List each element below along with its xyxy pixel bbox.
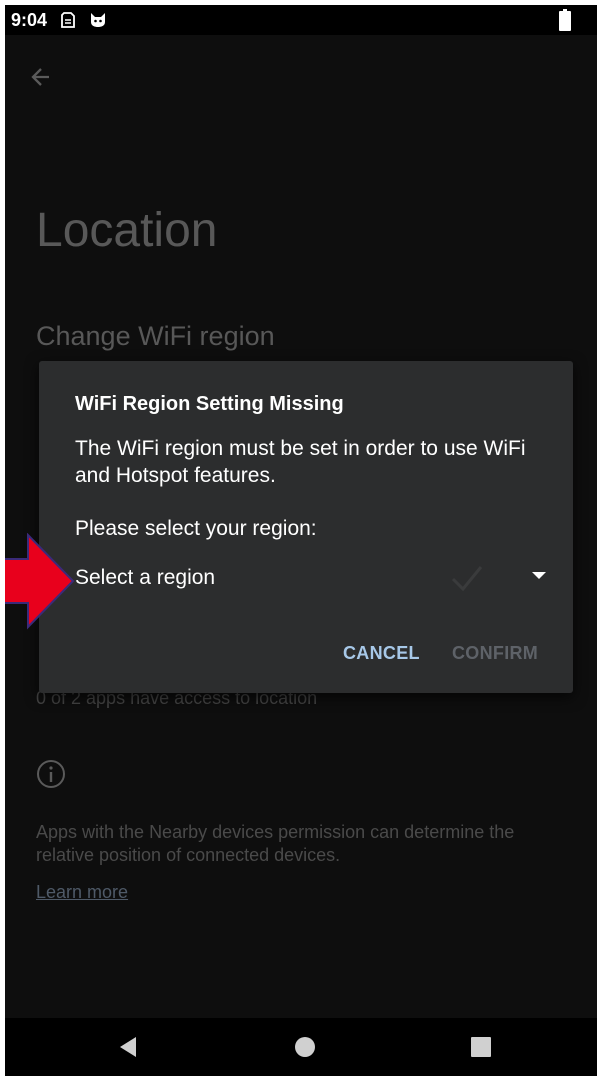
- status-bar: 9:04: [5, 5, 597, 35]
- region-dropdown[interactable]: Select a region: [75, 557, 550, 599]
- back-nav-icon[interactable]: [116, 1035, 140, 1059]
- home-nav-icon[interactable]: [294, 1036, 316, 1058]
- confirm-button[interactable]: CONFIRM: [452, 643, 538, 664]
- status-time: 9:04: [11, 10, 48, 30]
- info-icon: [37, 760, 65, 788]
- dialog-message: The WiFi region must be set in order to …: [75, 437, 526, 487]
- learn-more-link[interactable]: Learn more: [36, 882, 128, 903]
- wifi-region-dialog: WiFi Region Setting Missing The WiFi reg…: [39, 361, 573, 693]
- checkmark-icon: [451, 566, 483, 592]
- navigation-bar: [5, 1018, 597, 1076]
- region-select-value: Select a region: [75, 566, 216, 589]
- region-prompt: Please select your region:: [75, 517, 317, 540]
- change-wifi-region-item[interactable]: Change WiFi region: [36, 321, 275, 352]
- recents-nav-icon[interactable]: [471, 1037, 491, 1057]
- dialog-title: WiFi Region Setting Missing: [75, 393, 344, 415]
- page-title: Location: [36, 204, 218, 257]
- nearby-devices-description: Apps with the Nearby devices permission …: [36, 822, 515, 865]
- sim-card-icon: [61, 12, 75, 28]
- red-arrow-annotation-icon: [5, 533, 75, 630]
- cancel-button[interactable]: CANCEL: [343, 643, 420, 664]
- cat-icon: [91, 13, 105, 27]
- chevron-down-icon[interactable]: [531, 571, 547, 581]
- battery-icon: [559, 9, 571, 31]
- back-arrow-icon[interactable]: [29, 65, 53, 89]
- phone-screen: 9:04 Location Change WiFi region 0 of 2 …: [5, 5, 597, 1076]
